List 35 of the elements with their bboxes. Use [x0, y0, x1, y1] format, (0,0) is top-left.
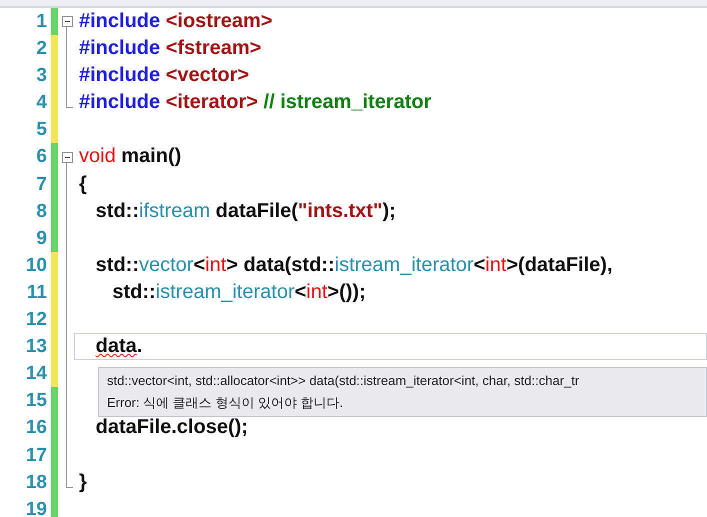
- line-number: 19: [24, 498, 47, 517]
- code-line: #include <fstream>: [79, 37, 262, 60]
- line-number: 10: [24, 254, 47, 278]
- code-line: #include <iterator> // istream_iterator: [79, 91, 432, 114]
- line-number: 14: [24, 362, 47, 386]
- code-line: dataFile.close();: [94, 416, 248, 438]
- function-signature: std::vector<int, std::allocator<int>> data(std::istream_iterator<int, char, std::char_tr: [107, 372, 580, 388]
- line-number: 6: [35, 145, 47, 170]
- line-number: 13: [24, 335, 47, 360]
- line-number: 8: [35, 200, 47, 224]
- line-number: 5: [35, 118, 47, 142]
- code-line: #include <iostream>: [79, 10, 272, 32]
- line-number: 2: [35, 37, 47, 62]
- code-line: void main(): [79, 145, 182, 168]
- line-number: 18: [24, 470, 47, 495]
- code-line: data.: [94, 335, 142, 358]
- collapse-icon[interactable]: [62, 16, 72, 28]
- code-line: }: [79, 470, 87, 493]
- code-line: std::istream_iterator<int>());: [111, 280, 366, 303]
- code-line: #include <vector>: [79, 64, 250, 86]
- error-message: Error: 식에 클래스 형식이 있어야 합니다.: [107, 394, 344, 412]
- line-number: 16: [24, 416, 47, 440]
- collapse-icon[interactable]: [62, 152, 72, 163]
- line-number: 1: [35, 10, 47, 34]
- line-number: 17: [24, 444, 47, 468]
- line-number: 11: [26, 280, 47, 305]
- code-line: {: [79, 172, 87, 195]
- line-number: 7: [35, 172, 47, 197]
- code-line: std::vector<int> data(std::istream_iterator<int>(dataFile),: [94, 254, 613, 276]
- line-number: 15: [24, 389, 47, 414]
- line-number: 4: [35, 91, 47, 116]
- line-number: 3: [35, 64, 47, 88]
- line-number: 9: [35, 226, 47, 251]
- code-line: std::ifstream dataFile("ints.txt");: [94, 200, 396, 222]
- line-number: 12: [24, 308, 47, 332]
